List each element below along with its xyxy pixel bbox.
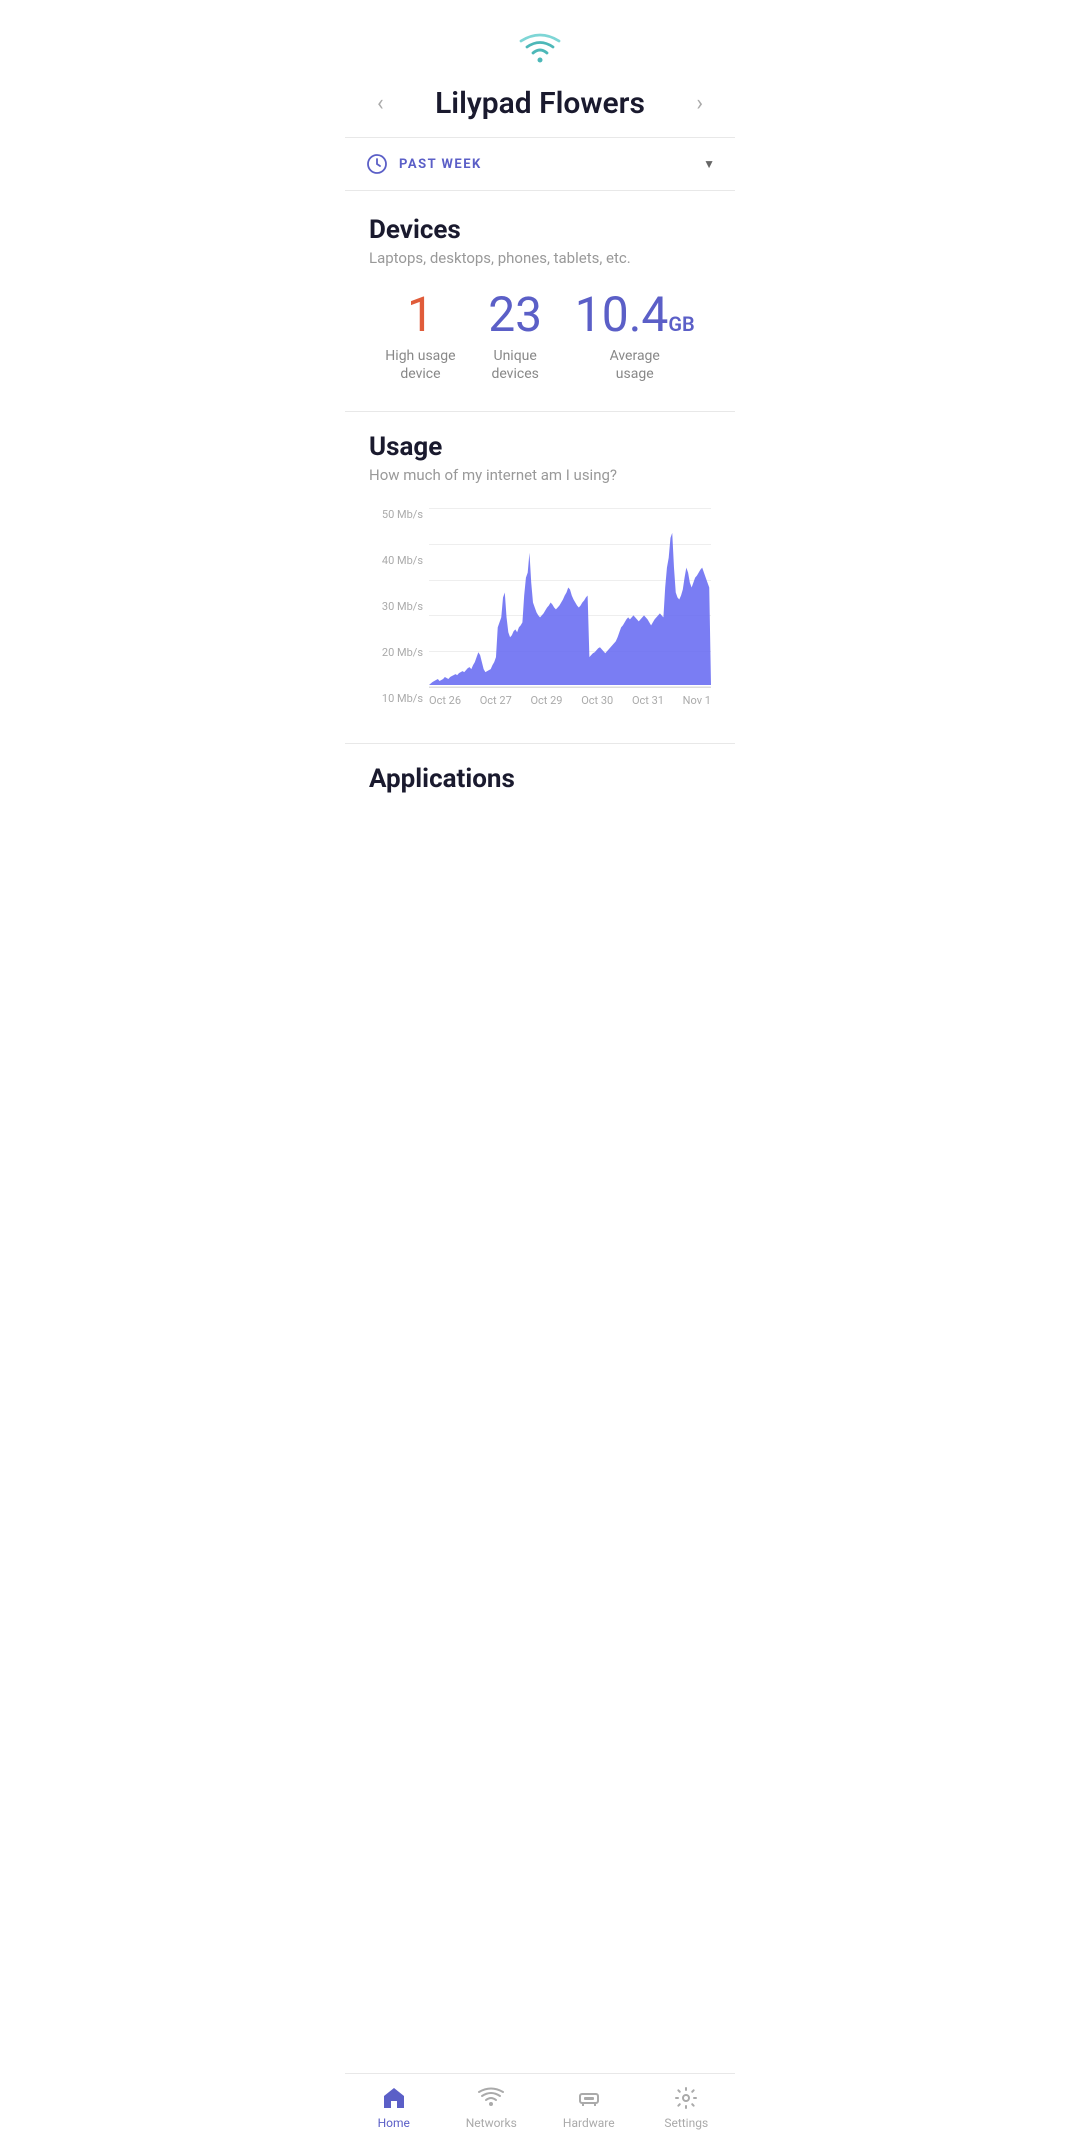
unique-devices-value: 23 (488, 291, 542, 339)
x-label-oct26: Oct 26 (429, 694, 461, 707)
average-usage-value: 10.4GB (575, 291, 695, 339)
time-filter-dropdown-arrow: ▼ (703, 157, 715, 171)
clock-icon (365, 152, 389, 176)
settings-icon (672, 2084, 700, 2112)
nav-item-hardware[interactable]: Hardware (559, 2084, 619, 2130)
nav-item-settings[interactable]: Settings (656, 2084, 716, 2130)
devices-title: Devices (369, 215, 711, 245)
y-label-20: 20 Mb/s (369, 646, 423, 659)
y-label-50: 50 Mb/s (369, 508, 423, 521)
usage-section: Usage How much of my internet am I using… (345, 412, 735, 743)
unique-devices-label: Uniquedevices (491, 347, 538, 383)
time-filter-label: PAST WEEK (399, 157, 703, 172)
networks-icon (477, 2084, 505, 2112)
chart-svg (429, 508, 711, 687)
nav-label-home: Home (378, 2116, 410, 2130)
high-usage-value: 1 (407, 291, 434, 339)
x-label-oct27: Oct 27 (480, 694, 512, 707)
wifi-header-icon (345, 0, 735, 78)
devices-subtitle: Laptops, desktops, phones, tablets, etc. (369, 249, 711, 267)
chart-area (429, 508, 711, 688)
devices-stats-row: 1 High usagedevice 23 Uniquedevices 10.4… (369, 291, 711, 395)
bottom-nav: Home Networks Hardware Settings (345, 2073, 735, 2146)
next-network-button[interactable]: › (688, 87, 711, 120)
prev-network-button[interactable]: ‹ (369, 87, 392, 120)
average-usage-label: Averageusage (610, 347, 660, 383)
x-label-oct30: Oct 30 (581, 694, 613, 707)
x-label-oct29: Oct 29 (530, 694, 562, 707)
applications-section: Applications (345, 744, 735, 878)
average-usage-stat[interactable]: 10.4GB Averageusage (575, 291, 695, 383)
x-label-oct31: Oct 31 (632, 694, 664, 707)
nav-label-settings: Settings (664, 2116, 708, 2130)
unique-devices-stat[interactable]: 23 Uniquedevices (488, 291, 542, 383)
y-label-30: 30 Mb/s (369, 600, 423, 613)
devices-section: Devices Laptops, desktops, phones, table… (345, 191, 735, 411)
usage-chart: 50 Mb/s 40 Mb/s 30 Mb/s 20 Mb/s 10 Mb/s … (369, 508, 711, 743)
y-label-40: 40 Mb/s (369, 554, 423, 567)
time-filter-selector[interactable]: PAST WEEK ▼ (345, 138, 735, 190)
nav-item-networks[interactable]: Networks (461, 2084, 521, 2130)
usage-title: Usage (369, 432, 711, 462)
network-nav: ‹ Lilypad Flowers › (345, 78, 735, 137)
x-label-nov1: Nov 1 (683, 694, 711, 707)
high-usage-stat[interactable]: 1 High usagedevice (385, 291, 455, 383)
chart-y-labels: 50 Mb/s 40 Mb/s 30 Mb/s 20 Mb/s 10 Mb/s (369, 508, 423, 707)
home-icon (380, 2084, 408, 2112)
nav-label-hardware: Hardware (563, 2116, 615, 2130)
high-usage-label: High usagedevice (385, 347, 455, 383)
nav-label-networks: Networks (466, 2116, 517, 2130)
hardware-icon (575, 2084, 603, 2112)
network-name: Lilypad Flowers (435, 86, 645, 121)
nav-item-home[interactable]: Home (364, 2084, 424, 2130)
y-label-10: 10 Mb/s (369, 692, 423, 705)
applications-title: Applications (369, 764, 711, 794)
chart-x-labels: Oct 26 Oct 27 Oct 29 Oct 30 Oct 31 Nov 1 (429, 688, 711, 707)
usage-subtitle: How much of my internet am I using? (369, 466, 711, 484)
